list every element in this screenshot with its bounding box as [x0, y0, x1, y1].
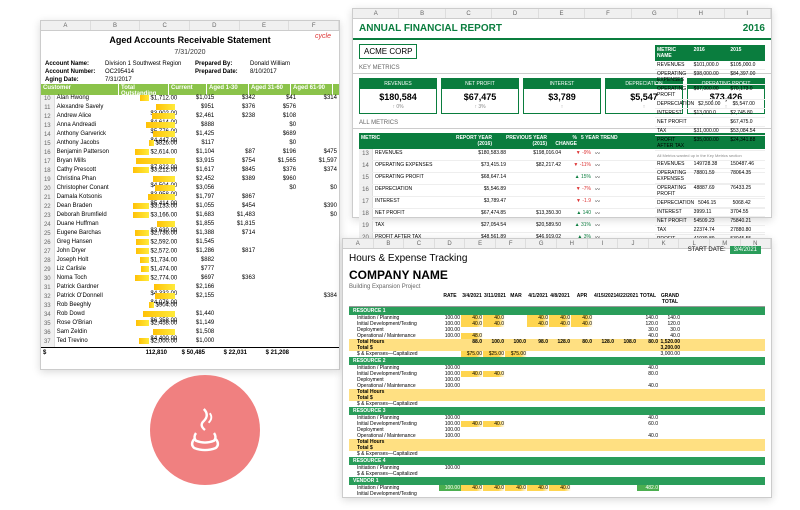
table-row[interactable]: 11Alexandre Savely$3,902.00$951$376$576	[41, 104, 339, 113]
side-row[interactable]: OPERATING EXPENSES$98,000.00$84,397.00	[655, 70, 765, 85]
side-metrics: METRIC NAME20162015 REVENUES$101,000.0$1…	[655, 45, 765, 250]
table-row[interactable]: 12Andrew Alice$4,614.00$2,461$238$108	[41, 113, 339, 122]
table-row[interactable]: 18Cathy Prescott$3,212.00$1,617$845$376$…	[41, 167, 339, 176]
meta-row: Account Number:OC295414Prepared Date:8/1…	[41, 68, 339, 76]
table-row[interactable]: 29Liz Carlisle$1,474.00$777	[41, 266, 339, 275]
side-row[interactable]: NET PROFIT$67,475.0	[655, 118, 765, 127]
side-row[interactable]: DEPRECIATION5046.155068.42	[655, 199, 765, 208]
data-row[interactable]: Initial Development/Testing	[349, 491, 765, 497]
table-row[interactable]: 22Dean Braden$3,133.00$1,055$454$390	[41, 203, 339, 212]
resource-header[interactable]: VENDOR 1	[349, 477, 765, 485]
table-row[interactable]: 10Alan Hwong$1,712.00$1,015$342$41$314	[41, 95, 339, 104]
company-name[interactable]: ACME CORP	[359, 44, 417, 59]
project-name: Building Expansion Project	[343, 282, 771, 292]
java-icon	[150, 375, 260, 485]
side-row[interactable]: DEPRECIATION$2,500.00$5,547.00	[655, 100, 765, 109]
table-row[interactable]: 34Rob Dowd$6,358.00$1,440	[41, 311, 339, 320]
table-row[interactable]: 27John Dryer$2,572.00$1,286$817	[41, 248, 339, 257]
sheet-title: Aged Accounts Receivable Statement	[41, 31, 339, 49]
table-row[interactable]: 19Christina Phan$4,504.00$2,452$389$960	[41, 176, 339, 185]
side-row[interactable]: OPERATING PROFIT$97,000.00$70,173.0	[655, 85, 765, 100]
sheet-date: 7/31/2020	[41, 49, 339, 60]
resource-header[interactable]: RESOURCE 2	[349, 357, 765, 365]
table-row[interactable]: 24Duane Huffman$3,630.00$1,855$1,815	[41, 221, 339, 230]
table-row[interactable]: 31Patrick Gardner$4,332.00$2,166	[41, 284, 339, 293]
metric-card[interactable]: REVENUES$180,584↑ 0%	[359, 78, 437, 114]
table-row[interactable]: 20Christopher Conant$3,958.00$3,056$0$0	[41, 185, 339, 194]
table-row[interactable]: 28Joseph Holt$1,734.00$882	[41, 257, 339, 266]
column-headers: ABCDEFGHI	[353, 9, 771, 19]
resource-header[interactable]: RESOURCE 1	[349, 307, 765, 315]
table-row[interactable]: 14Anthony Garverick$4,447.00$1,425$689	[41, 131, 339, 140]
table-row[interactable]: 30Noma Toch$2,774.00$697$363	[41, 275, 339, 284]
side-row[interactable]: NET PROFIT54509.2375840.21	[655, 217, 765, 226]
table-row[interactable]: 23Deborah Brumfield$3,166.00$1,683$1,483…	[41, 212, 339, 221]
table-row[interactable]: 13Anna Andreadi$5,776.00$888$0	[41, 122, 339, 131]
company-name: COMPANY NAME	[343, 268, 771, 282]
start-date: START DATE:3/4/2021	[688, 247, 761, 253]
table-row[interactable]: 25Eugene Barchas$2,736.00$1,388$714	[41, 230, 339, 239]
side-row[interactable]: OPERATING PROFIT48887.6976433.25	[655, 184, 765, 199]
side-row[interactable]: INTEREST$13,000.0$2,745.80	[655, 109, 765, 118]
total-row: $ 112,810 $ 50,485 $ 22,031 $ 21,208	[41, 347, 339, 356]
table-row[interactable]: 33Rob Beeghly$904.00	[41, 302, 339, 311]
metric-card[interactable]: NET PROFIT$67,475↑ 3%	[441, 78, 519, 114]
meta-row: Account Name:Division 1 Southwest Region…	[41, 60, 339, 68]
side-row[interactable]: PROFIT AFTER TAX$35,000.00$24,341.88	[655, 136, 765, 151]
cycle-logo: cycle	[315, 33, 331, 40]
table-header: Customer Total Outstanding Current Aged …	[41, 84, 339, 95]
side-row[interactable]: TAX$31,000.00$53,084.54	[655, 127, 765, 136]
side-row[interactable]: TAX22374.7427880.80	[655, 226, 765, 235]
column-headers: ABCDEF	[41, 21, 339, 31]
table-header: RATE3/4/20213/11/2021MAR4/1/20214/8/2021…	[349, 292, 765, 307]
aged-accounts-sheet: ABCDEF cycle Aged Accounts Receivable St…	[40, 20, 340, 370]
resource-header[interactable]: RESOURCE 4	[349, 457, 765, 465]
table-row[interactable]: 35Rose O'Brian$2,458.00$1,149	[41, 320, 339, 329]
metric-card[interactable]: INTEREST$3,789↑	[523, 78, 601, 114]
table-row[interactable]: 15Anthony Jacobs$826.00$117$0	[41, 140, 339, 149]
table-row[interactable]: 21Damala Kotsonis$5,414.00$1,797$867	[41, 194, 339, 203]
meta-row: Aging Date:7/31/2017	[41, 76, 339, 84]
hours-expense-sheet: ABCDEFGHIJKLMN Hours & Expense Tracking …	[342, 238, 772, 498]
side-row[interactable]: REVENUES$101,000.0$105,000.0	[655, 61, 765, 70]
table-row[interactable]: 37Ted Trevino$2,000.00$1,000	[41, 338, 339, 347]
table-row[interactable]: 36Sam Zeldin$4,400.00$1,508	[41, 329, 339, 338]
table-row[interactable]: 16Benjamin Patterson$2,614.00$1,104$87$1…	[41, 149, 339, 158]
resource-header[interactable]: RESOURCE 3	[349, 407, 765, 415]
side-row[interactable]: REVENUES149728.38150487.46	[655, 160, 765, 169]
annual-financial-sheet: ABCDEFGHI ANNUAL FINANCIAL REPORT2016 AC…	[352, 8, 772, 218]
table-row[interactable]: 17Bryan Mills$7,822.00$3,915$754$1,565$1…	[41, 158, 339, 167]
side-row[interactable]: OPERATING EXPENSES78801.5978064.35	[655, 169, 765, 184]
side-row[interactable]: INTEREST3999.113704.55	[655, 208, 765, 217]
report-title: ANNUAL FINANCIAL REPORT2016	[353, 19, 771, 40]
table-row[interactable]: 32Patrick O'Donnell$4,076.00$2,155$384	[41, 293, 339, 302]
table-row[interactable]: 26Greg Hansen$2,592.00$1,545	[41, 239, 339, 248]
